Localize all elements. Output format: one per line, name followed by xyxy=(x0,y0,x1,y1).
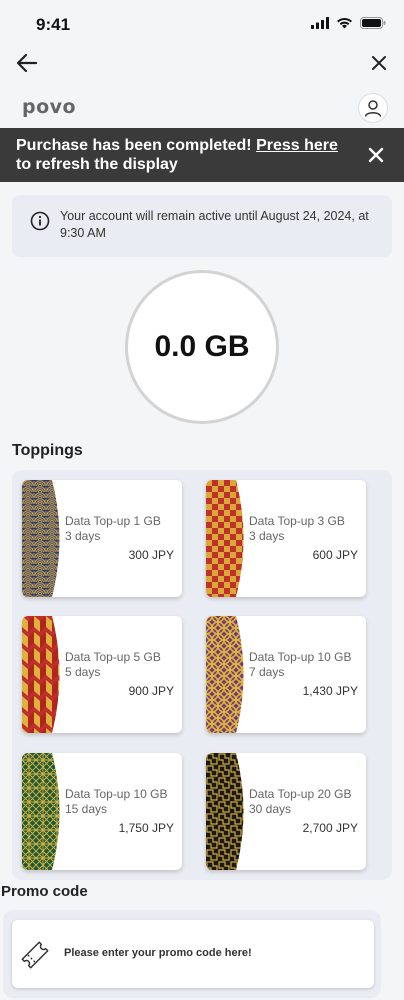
asanoha-pattern-icon xyxy=(22,753,60,870)
topping-days: 3 days xyxy=(249,529,285,543)
profile-button[interactable] xyxy=(358,93,388,123)
topping-price: 1,430 JPY xyxy=(302,684,358,698)
wifi-icon xyxy=(337,17,352,29)
refresh-link[interactable]: Press here xyxy=(256,137,338,154)
toast-close-icon[interactable] xyxy=(366,145,386,165)
topping-name: Data Top-up 10 GB xyxy=(65,787,168,801)
promo-panel: Please enter your promo code here! xyxy=(3,910,381,998)
topping-days: 3 days xyxy=(65,529,101,543)
promo-title: Promo code xyxy=(1,883,88,900)
topping-price: 900 JPY xyxy=(128,684,174,698)
topping-card[interactable]: Data Top-up 5 GB 5 days 900 JPY xyxy=(22,616,182,733)
ticket-icon xyxy=(21,941,49,969)
brand-row: povo xyxy=(0,90,404,128)
data-balance-circle: 0.0 GB xyxy=(125,270,279,424)
shippo-pattern-icon xyxy=(206,616,244,733)
promo-code-input[interactable]: Please enter your promo code here! xyxy=(12,920,374,988)
topping-price: 300 JPY xyxy=(128,548,174,562)
arrow-feather-pattern-icon xyxy=(22,616,60,733)
close-icon[interactable] xyxy=(368,52,390,74)
topping-card[interactable]: Data Top-up 3 GB 3 days 600 JPY xyxy=(206,480,366,597)
account-notice-text: Your account will remain active until Au… xyxy=(60,209,369,240)
cellular-signal-icon xyxy=(311,17,329,29)
status-time: 9:41 xyxy=(36,15,71,34)
topping-days: 15 days xyxy=(65,802,108,816)
nav-bar xyxy=(0,46,404,84)
topping-days: 30 days xyxy=(249,802,292,816)
info-icon xyxy=(30,211,50,231)
povo-logo: povo xyxy=(22,96,77,118)
toppings-title: Toppings xyxy=(12,442,83,459)
topping-name: Data Top-up 5 GB xyxy=(65,650,161,664)
sayagata-pattern-icon xyxy=(206,753,244,870)
topping-price: 2,700 JPY xyxy=(302,821,358,835)
topping-name: Data Top-up 20 GB xyxy=(249,787,352,801)
topping-name: Data Top-up 3 GB xyxy=(249,514,345,528)
back-arrow-icon[interactable] xyxy=(14,50,40,76)
topping-price: 1,750 JPY xyxy=(118,821,174,835)
topping-price: 600 JPY xyxy=(312,548,358,562)
topping-card[interactable]: Data Top-up 10 GB 7 days 1,430 JPY xyxy=(206,616,366,733)
toast-message: Purchase has been completed! Press here … xyxy=(16,136,356,174)
topping-card[interactable]: Data Top-up 1 GB 3 days 300 JPY xyxy=(22,480,182,597)
battery-icon xyxy=(360,17,386,29)
status-bar: 9:41 xyxy=(0,0,404,46)
topping-days: 5 days xyxy=(65,665,101,679)
topping-card[interactable]: Data Top-up 10 GB 15 days 1,750 JPY xyxy=(22,753,182,870)
topping-name: Data Top-up 10 GB xyxy=(249,650,352,664)
purchase-complete-toast: Purchase has been completed! Press here … xyxy=(0,128,404,182)
promo-code-placeholder: Please enter your promo code here! xyxy=(64,947,252,959)
seigaiha-pattern-icon xyxy=(22,480,60,597)
checker-pattern-icon xyxy=(206,480,244,597)
topping-card[interactable]: Data Top-up 20 GB 30 days 2,700 JPY xyxy=(206,753,366,870)
toppings-panel: Data Top-up 1 GB 3 days 300 JPY Data Top… xyxy=(12,470,392,880)
account-notice: Your account will remain active until Au… xyxy=(12,195,392,257)
user-icon xyxy=(364,100,382,117)
status-icons xyxy=(311,17,386,29)
data-balance-value: 0.0 GB xyxy=(154,330,250,363)
toast-message-suffix: to refresh the display xyxy=(16,156,178,173)
toast-message-text: Purchase has been completed! xyxy=(16,137,257,154)
topping-name: Data Top-up 1 GB xyxy=(65,514,161,528)
topping-days: 7 days xyxy=(249,665,285,679)
